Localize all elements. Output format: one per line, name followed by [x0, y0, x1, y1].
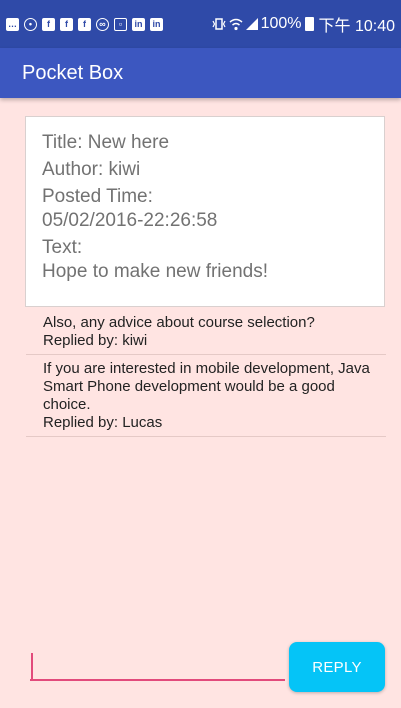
- reply-text: Also, any advice about course selection?: [43, 314, 315, 331]
- reply-text: If you are interested in mobile developm…: [43, 360, 370, 413]
- wifi-icon: [229, 18, 243, 31]
- facebook-icon: f: [78, 17, 91, 31]
- notification-icons: … • f f f ∞ ▫ in in: [6, 17, 163, 31]
- post-text-value: Hope to make new friends!: [42, 261, 269, 282]
- post-title: Title: New here: [42, 132, 170, 153]
- facebook-icon: f: [60, 17, 73, 31]
- battery-percent: 100%: [260, 15, 302, 32]
- system-status: 100% 下午 10:40: [212, 12, 395, 36]
- status-bar: … • f f f ∞ ▫ in in 100% 下午 10:40: [0, 0, 401, 48]
- app-bar: Pocket Box: [0, 48, 401, 98]
- posted-time-label: Posted Time:: [42, 186, 153, 207]
- text-cursor: [31, 653, 33, 679]
- linkedin-icon: in: [150, 17, 163, 31]
- reply-list: Also, any advice about course selection?…: [26, 314, 386, 442]
- posted-time-value: 05/02/2016-22:26:58: [42, 210, 218, 231]
- reply-input[interactable]: [30, 651, 285, 681]
- post-card: Title: New here Author: kiwi Posted Time…: [25, 116, 385, 307]
- linkedin-icon: in: [132, 17, 145, 31]
- app-title: Pocket Box: [22, 61, 124, 84]
- post-author: Author: kiwi: [42, 159, 141, 180]
- person-icon: •: [24, 17, 37, 31]
- clock: 下午 10:40: [318, 18, 396, 35]
- image-icon: ▫: [114, 17, 127, 31]
- reply-author: Replied by: Lucas: [43, 414, 163, 431]
- battery-icon: [304, 17, 314, 31]
- reply-author: Replied by: kiwi: [43, 332, 148, 349]
- link-icon: ∞: [96, 17, 109, 31]
- chat-icon: …: [6, 17, 19, 31]
- post-text-label: Text:: [42, 237, 83, 258]
- reply-item: If you are interested in mobile developm…: [26, 360, 386, 437]
- reply-button[interactable]: REPLY: [289, 642, 385, 692]
- vibrate-icon: [212, 18, 226, 30]
- signal-icon: [245, 18, 258, 30]
- facebook-icon: f: [42, 17, 55, 31]
- reply-item: Also, any advice about course selection?…: [26, 314, 386, 355]
